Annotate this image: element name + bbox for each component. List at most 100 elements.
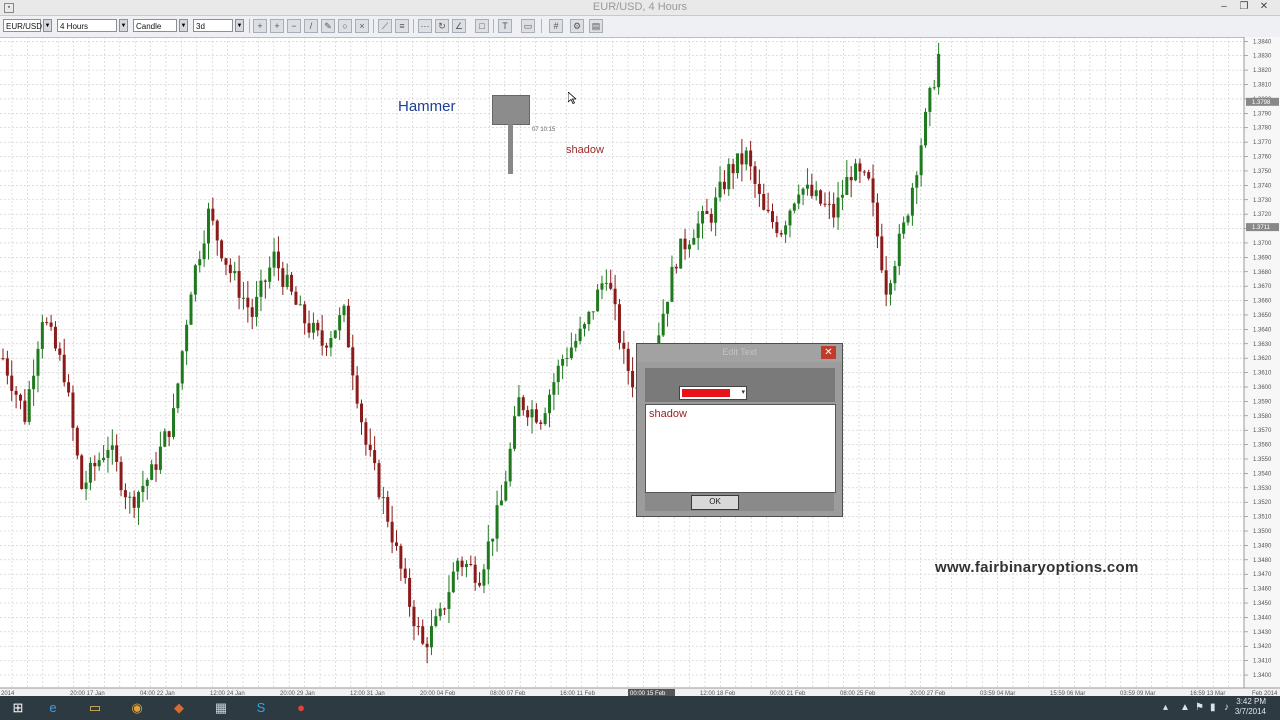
candle-body (770, 211, 774, 223)
restore-button[interactable]: ❐ (1234, 0, 1254, 15)
start-icon[interactable]: ⊞ (3, 698, 33, 718)
timeframe-dropdown-icon[interactable]: ▼ (119, 19, 128, 32)
candle-body (609, 282, 613, 289)
price-tick-label: 1.3730 (1253, 198, 1272, 204)
candle-body (600, 283, 604, 290)
candle-body (552, 382, 556, 395)
properties-icon[interactable]: ⚙ (570, 19, 584, 33)
price-tick-label: 1.3700 (1253, 241, 1272, 247)
gann-tool-icon[interactable]: ∠ (452, 19, 466, 33)
candle-body (233, 271, 237, 274)
tray-up-arrow-icon[interactable]: ▴ (1163, 700, 1168, 716)
candle-body (102, 457, 106, 461)
candle-body (679, 238, 683, 269)
channel-tool-icon[interactable]: ≡ (395, 19, 409, 33)
close-button[interactable]: ✕ (1254, 0, 1274, 15)
tray-flag-icon[interactable]: ⚑ (1195, 700, 1204, 716)
template-icon[interactable]: ▤ (589, 19, 603, 33)
candle-body (75, 427, 79, 456)
candle-body (736, 153, 740, 174)
dialog-titlebar[interactable]: Edit Text ✕ (637, 344, 842, 362)
browser-icon[interactable]: ● (286, 698, 316, 718)
zoom-in-icon[interactable]: + (270, 19, 284, 33)
zoom-out-icon[interactable]: − (287, 19, 301, 33)
skype-icon[interactable]: S (246, 698, 276, 718)
candle-body (123, 490, 127, 498)
candle-body (854, 163, 858, 181)
hammer-annotation-label[interactable]: Hammer (398, 98, 456, 115)
chrome-icon[interactable]: ◉ (122, 698, 152, 718)
candle-body (578, 328, 582, 341)
fibonacci-tool-icon[interactable]: ⋯ (418, 19, 432, 33)
erase-tool-icon[interactable]: × (355, 19, 369, 33)
price-tick-label: 1.3570 (1253, 428, 1272, 434)
candle-body (106, 449, 110, 458)
dialog-text-area[interactable]: shadow (645, 404, 836, 493)
candle-body (119, 461, 123, 491)
candle-body (351, 347, 355, 376)
text-tool-icon[interactable]: T (498, 19, 512, 33)
price-tick-label: 1.3530 (1253, 486, 1272, 492)
hammer-candle-body-annotation[interactable] (492, 95, 530, 125)
candle-body (661, 313, 665, 336)
candle-body (840, 194, 844, 198)
candle-body (272, 251, 276, 268)
ie-icon[interactable]: e (38, 698, 68, 718)
text-color-dropdown[interactable]: ▾ (679, 386, 747, 400)
dialog-ok-button[interactable]: OK (691, 495, 739, 510)
chart-type-field[interactable]: Candle (133, 19, 177, 32)
candle-body (469, 563, 473, 565)
candle-body (617, 304, 621, 343)
symbol-field[interactable]: EUR/USD (3, 19, 42, 32)
candle-body (766, 209, 770, 212)
candle-body (237, 271, 241, 298)
price-tick-label: 1.3490 (1253, 543, 1272, 549)
symbol-dropdown-icon[interactable]: ▼ (43, 19, 52, 32)
price-tick-label: 1.3450 (1253, 601, 1272, 607)
chart-type-dropdown-icon[interactable]: ▼ (179, 19, 188, 32)
candle-body (80, 455, 84, 489)
candle-body (631, 370, 635, 388)
minimize-button[interactable]: – (1214, 0, 1234, 15)
candle-body (705, 211, 709, 214)
tray-network-icon[interactable]: ▲ (1180, 700, 1190, 716)
grid-toggle-icon[interactable]: # (549, 19, 563, 33)
trendline-tool-icon[interactable]: / (304, 19, 318, 33)
candle-body (858, 163, 862, 172)
tray-volume-icon[interactable]: ♪ (1224, 700, 1229, 716)
line-tool-icon[interactable]: ⟋ (378, 19, 392, 33)
price-tick-label: 1.3790 (1253, 111, 1272, 117)
candle-body (932, 87, 936, 89)
candle-body (596, 289, 600, 312)
candle-body (819, 190, 823, 204)
period-field[interactable]: 3d (193, 19, 233, 32)
period-dropdown-icon[interactable]: ▼ (235, 19, 244, 32)
cycle-tool-icon[interactable]: ↻ (435, 19, 449, 33)
app-icon[interactable]: ◆ (164, 698, 194, 718)
candle-body (421, 626, 425, 644)
magnify-tool-icon[interactable]: ○ (338, 19, 352, 33)
candle-body (740, 153, 744, 165)
candle-body (394, 542, 398, 546)
dialog-close-button[interactable]: ✕ (821, 346, 836, 359)
candle-body (373, 450, 377, 464)
layers-tool-icon[interactable]: □ (475, 19, 489, 33)
candle-body (565, 358, 569, 360)
candle-body (744, 150, 748, 165)
shadow-annotation-label[interactable]: shadow (566, 144, 604, 156)
hammer-candle-shadow-annotation[interactable] (508, 124, 513, 174)
candle-body (342, 305, 346, 316)
candle-body (491, 538, 495, 542)
dialog-text-value: shadow (649, 408, 687, 420)
timeframe-field[interactable]: 4 Hours (57, 19, 117, 32)
file-explorer-icon[interactable]: ▭ (80, 698, 110, 718)
calculator-icon[interactable]: ▦ (206, 698, 236, 718)
tray-signal-icon[interactable]: ▮ (1210, 700, 1216, 716)
candle-body (368, 444, 372, 451)
candle-body (71, 392, 75, 428)
label-tool-icon[interactable]: ▭ (521, 19, 535, 33)
taskbar-clock[interactable]: 3:42 PM 3/7/2014 (1235, 697, 1266, 717)
pencil-tool-icon[interactable]: ✎ (321, 19, 335, 33)
crosshair-tool-icon[interactable]: + (253, 19, 267, 33)
candle-body (701, 211, 705, 224)
